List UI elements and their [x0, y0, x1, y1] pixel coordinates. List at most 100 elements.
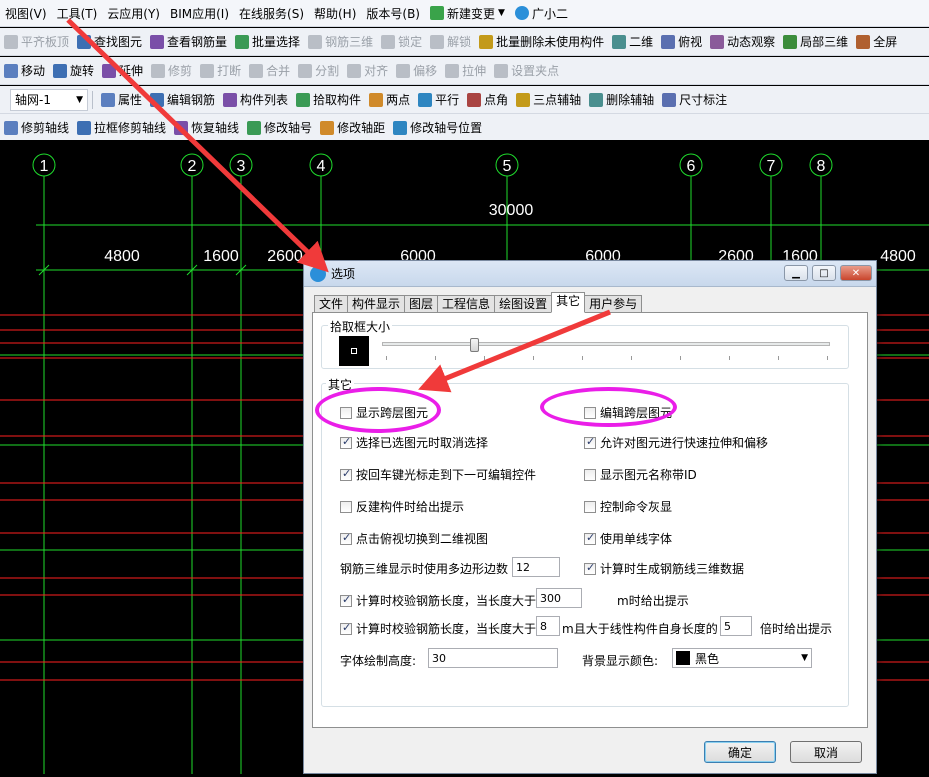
tab-5[interactable]: 其它	[551, 292, 586, 313]
toolbar2-tool-0[interactable]: 移动	[0, 60, 49, 82]
minimize-button[interactable]: ▁	[784, 265, 808, 281]
toolbar1-tool-11[interactable]: 局部三维	[779, 31, 852, 53]
left-option-checkbox-4[interactable]: 点击俯视切换到二维视图	[340, 530, 488, 547]
toolbar3-tool-2[interactable]: 构件列表	[219, 89, 292, 111]
toolbar4-tool-5[interactable]: 修改轴号位置	[389, 117, 486, 139]
menu-tools[interactable]: 工具(T)	[52, 2, 103, 24]
toolbar2-tool-2[interactable]: 延伸	[98, 60, 147, 82]
right-option-checkbox-3[interactable]: 控制命令灰显	[584, 498, 672, 515]
axis-grid-combo[interactable]: 轴网-1 ▼	[10, 88, 88, 111]
toolbar1-tool-7[interactable]: 批量删除未使用构件	[475, 31, 608, 53]
menu-online[interactable]: 在线服务(S)	[234, 2, 309, 24]
tool-icon	[430, 34, 445, 49]
toolbar3-tool-6[interactable]: 点角	[463, 89, 512, 111]
polygon-sides-input[interactable]	[512, 557, 560, 577]
menu-cloud[interactable]: 云应用(Y)	[102, 2, 165, 24]
axis-number-6: 6	[687, 158, 696, 175]
toolbar1-tool-4[interactable]: 钢筋三维	[304, 31, 377, 53]
toolbar1-tool-1[interactable]: 查找图元	[73, 31, 146, 53]
toolbar3-tool-7[interactable]: 三点辅轴	[512, 89, 585, 111]
toolbar3-tool-9[interactable]: 尺寸标注	[658, 89, 731, 111]
toolbar1-tool-3[interactable]: 批量选择	[231, 31, 304, 53]
toolbar4-tool-3[interactable]: 修改轴号	[243, 117, 316, 139]
toolbar3-tool-8[interactable]: 删除辅轴	[585, 89, 658, 111]
check-length-2-input[interactable]	[536, 616, 560, 636]
toolbar1-tool-12[interactable]: 全屏	[852, 31, 901, 53]
checkbox-label: 反建构件时给出提示	[356, 500, 465, 514]
toolbar2-tool-10[interactable]: 设置夹点	[490, 60, 563, 82]
tool-icon	[418, 92, 433, 107]
right-option-checkbox-2[interactable]: 显示图元名称带ID	[584, 466, 697, 483]
font-height-input[interactable]	[428, 648, 558, 668]
toolbar3-tool-1[interactable]: 编辑钢筋	[146, 89, 219, 111]
toolbar-row-1: 平齐板顶 查找图元 查看钢筋量 批量选择 钢筋三维 锁定 解锁 批量删除未使用构件 二维 俯视 动态…	[0, 28, 929, 56]
check-length-1-input[interactable]	[536, 588, 582, 608]
check-length-2-input-2[interactable]	[720, 616, 752, 636]
check-length-1-checkbox[interactable]: 计算时校验钢筋长度，当长度大于	[340, 592, 536, 609]
slider-thumb[interactable]	[470, 338, 479, 352]
toolbar4-tool-4[interactable]: 修改轴距	[316, 117, 389, 139]
toolbar1-tool-6[interactable]: 解锁	[426, 31, 475, 53]
close-button[interactable]: ✕	[840, 265, 872, 281]
tool-icon	[479, 34, 494, 49]
toolbar1-tool-9[interactable]: 俯视	[657, 31, 706, 53]
toolbar4-tool-1[interactable]: 拉框修剪轴线	[73, 117, 170, 139]
toolbar2-tool-8[interactable]: 偏移	[392, 60, 441, 82]
toolbar1-tool-8[interactable]: 二维	[608, 31, 657, 53]
maximize-button[interactable]: □	[812, 265, 836, 281]
tab-2[interactable]: 图层	[404, 295, 439, 313]
toolbar3-tool-3[interactable]: 拾取构件	[292, 89, 365, 111]
right-option-checkbox-4[interactable]: 使用单线字体	[584, 530, 672, 547]
right-option-checkbox-5[interactable]: 计算时生成钢筋线三维数据	[584, 560, 744, 577]
left-option-checkbox-1[interactable]: 选择已选图元时取消选择	[340, 434, 488, 451]
menu-view[interactable]: 视图(V)	[0, 2, 52, 24]
tool-label: 全屏	[873, 35, 898, 49]
tab-3[interactable]: 工程信息	[437, 295, 496, 313]
dimension-label: 4800	[880, 248, 916, 265]
dialog-title: 选项	[331, 267, 356, 281]
menu-bim[interactable]: BIM应用(I)	[165, 2, 234, 24]
toolbar2-tool-7[interactable]: 对齐	[343, 60, 392, 82]
bg-color-select[interactable]: 黑色 ▼	[672, 648, 812, 668]
ok-button[interactable]: 确定	[704, 741, 776, 763]
toolbar2-tool-1[interactable]: 旋转	[49, 60, 98, 82]
tool-icon	[710, 34, 725, 49]
toolbar3-tool-5[interactable]: 平行	[414, 89, 463, 111]
tab-1[interactable]: 构件显示	[347, 295, 406, 313]
left-option-checkbox-3[interactable]: 反建构件时给出提示	[340, 498, 464, 515]
toolbar1-tool-2[interactable]: 查看钢筋量	[146, 31, 231, 53]
checkbox-label: 允许对图元进行快速拉伸和偏移	[600, 436, 769, 450]
toolbar1-tool-5[interactable]: 锁定	[377, 31, 426, 53]
check-length-2-checkbox[interactable]: 计算时校验钢筋长度，当长度大于	[340, 620, 536, 637]
toolbar2-tool-5[interactable]: 合并	[245, 60, 294, 82]
menu-version[interactable]: 版本号(B)	[361, 2, 425, 24]
toolbar2-tool-4[interactable]: 打断	[196, 60, 245, 82]
toolbar2-tool-3[interactable]: 修剪	[147, 60, 196, 82]
font-height-label: 字体绘制高度:	[340, 654, 417, 668]
tab-4[interactable]: 绘图设置	[494, 295, 553, 313]
left-option-checkbox-2[interactable]: 按回车键光标走到下一可编辑控件	[340, 466, 536, 483]
menu-new-change[interactable]: 新建变更 ▼	[425, 2, 510, 24]
cancel-button[interactable]: 取消	[790, 741, 862, 763]
toolbar1-tool-0[interactable]: 平齐板顶	[0, 31, 73, 53]
menu-assistant[interactable]: 广小二	[510, 2, 573, 24]
toolbar4-tool-2[interactable]: 恢复轴线	[170, 117, 243, 139]
separator	[92, 90, 93, 109]
dialog-tabs: 文件 构件显示 图层 工程信息 绘图设置 其它 用户参与	[314, 292, 643, 313]
tab-0[interactable]: 文件	[314, 295, 349, 313]
tool-label: 修改轴号位置	[410, 121, 483, 135]
toolbar2-tool-6[interactable]: 分割	[294, 60, 343, 82]
right-option-checkbox-1[interactable]: 允许对图元进行快速拉伸和偏移	[584, 434, 768, 451]
toolbar1-tool-10[interactable]: 动态观察	[706, 31, 779, 53]
pick-box-slider[interactable]	[382, 338, 830, 366]
toolbar2-tool-9[interactable]: 拉伸	[441, 60, 490, 82]
toolbar3-tool-4[interactable]: 两点	[365, 89, 414, 111]
toolbar4-tool-0[interactable]: 修剪轴线	[0, 117, 73, 139]
tab-6[interactable]: 用户参与	[584, 295, 643, 313]
tool-icon	[249, 63, 264, 78]
checkbox-label: 显示图元名称带ID	[600, 468, 697, 482]
tool-icon	[369, 92, 384, 107]
checkbox-box	[340, 593, 352, 607]
toolbar3-tool-0[interactable]: 属性	[97, 89, 146, 111]
menu-help[interactable]: 帮助(H)	[309, 2, 361, 24]
